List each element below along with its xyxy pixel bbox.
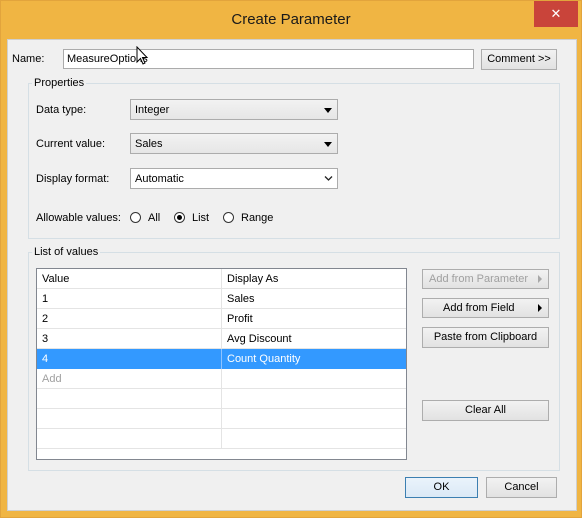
table-row[interactable]: 3 Avg Discount: [37, 329, 406, 349]
chevron-right-icon: [538, 275, 542, 283]
dialog-body: Name: MeasureOptions Comment >> Properti…: [7, 39, 577, 511]
display-format-select[interactable]: Automatic: [130, 168, 338, 189]
name-input[interactable]: MeasureOptions: [63, 49, 474, 69]
close-button[interactable]: ✕: [534, 1, 578, 27]
radio-range-label: Range: [241, 212, 274, 224]
dropdown-arrow-icon: [324, 108, 332, 113]
data-type-select[interactable]: Integer: [130, 99, 338, 120]
empty-cell[interactable]: [222, 369, 406, 389]
chevron-down-icon: [324, 176, 333, 181]
comment-button[interactable]: Comment >>: [481, 49, 557, 70]
empty-cell: [222, 389, 406, 409]
add-from-field-button[interactable]: Add from Field: [422, 298, 549, 318]
display-cell[interactable]: Avg Discount: [222, 329, 406, 349]
title-bar[interactable]: Create Parameter ✕: [1, 1, 581, 39]
add-from-field-label: Add from Field: [443, 302, 515, 314]
name-label: Name:: [12, 53, 45, 65]
add-row[interactable]: Add: [37, 369, 406, 389]
value-cell[interactable]: 1: [37, 289, 222, 309]
display-format-value: Automatic: [135, 173, 184, 185]
display-cell[interactable]: Sales: [222, 289, 406, 309]
clear-all-button[interactable]: Clear All: [422, 400, 549, 421]
close-icon: ✕: [550, 6, 562, 21]
add-from-parameter-button[interactable]: Add from Parameter: [422, 269, 549, 289]
window-title: Create Parameter: [231, 11, 351, 28]
empty-row: [37, 429, 406, 449]
current-value-select[interactable]: Sales: [130, 133, 338, 154]
allowable-values-label: Allowable values:: [36, 212, 121, 224]
table-row-selected[interactable]: 4 Count Quantity: [37, 349, 406, 369]
data-type-label: Data type:: [36, 104, 87, 116]
empty-cell: [37, 429, 222, 449]
add-placeholder[interactable]: Add: [37, 369, 222, 389]
create-parameter-dialog: Create Parameter ✕ Name: MeasureOptions …: [0, 0, 582, 518]
dropdown-arrow-icon: [324, 142, 332, 147]
empty-row: [37, 409, 406, 429]
table-row[interactable]: 2 Profit: [37, 309, 406, 329]
list-of-values-title: List of values: [32, 246, 101, 258]
chevron-right-icon: [538, 304, 542, 312]
cancel-button[interactable]: Cancel: [486, 477, 557, 498]
radio-list-label: List: [192, 212, 210, 224]
display-cell[interactable]: Count Quantity: [222, 349, 406, 369]
empty-cell: [222, 429, 406, 449]
value-cell[interactable]: 3: [37, 329, 222, 349]
value-cell[interactable]: 2: [37, 309, 222, 329]
radio-all[interactable]: [130, 212, 141, 223]
paste-from-clipboard-button[interactable]: Paste from Clipboard: [422, 327, 549, 348]
empty-cell: [37, 389, 222, 409]
add-from-parameter-label: Add from Parameter: [429, 273, 529, 285]
current-value-value: Sales: [135, 138, 163, 150]
display-format-label: Display format:: [36, 173, 110, 185]
value-cell[interactable]: 4: [37, 349, 222, 369]
mouse-cursor-icon: [136, 46, 149, 65]
radio-all-label: All: [148, 212, 161, 224]
properties-group-title: Properties: [32, 77, 87, 89]
table-header: Value Display As: [37, 269, 406, 289]
column-header-value[interactable]: Value: [37, 269, 222, 289]
current-value-label: Current value:: [36, 138, 106, 150]
radio-list[interactable]: [174, 212, 185, 223]
empty-row: [37, 389, 406, 409]
empty-cell: [37, 409, 222, 429]
empty-cell: [222, 409, 406, 429]
data-type-value: Integer: [135, 104, 170, 116]
display-cell[interactable]: Profit: [222, 309, 406, 329]
column-header-display-as[interactable]: Display As: [222, 269, 406, 289]
table-row[interactable]: 1 Sales: [37, 289, 406, 309]
values-table[interactable]: Value Display As 1 Sales 2 Profit 3 Avg …: [36, 268, 407, 460]
radio-range[interactable]: [223, 212, 234, 223]
ok-button[interactable]: OK: [405, 477, 478, 498]
